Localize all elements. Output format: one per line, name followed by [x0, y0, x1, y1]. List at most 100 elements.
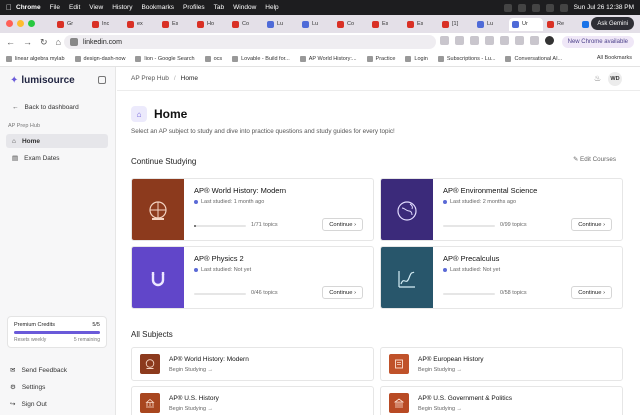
menu-bookmarks[interactable]: Bookmarks — [141, 4, 174, 11]
subject-card-european-history[interactable]: AP® European History Begin Studying → — [380, 347, 623, 381]
profile-icon[interactable] — [545, 36, 554, 45]
sidebar: ✦ lumisource ← Back to dashboard AP Prep… — [0, 67, 116, 415]
bookmark-item[interactable]: linear algebra mylab — [6, 55, 65, 62]
battery-icon[interactable] — [559, 3, 568, 12]
sidebar-item-label: Exam Dates — [24, 154, 60, 162]
menu-app[interactable]: Chrome — [16, 4, 41, 11]
apple-icon[interactable]:  — [6, 3, 16, 12]
send-feedback-link[interactable]: ✉ Send Feedback — [10, 366, 67, 375]
back-label: Back to dashboard — [24, 104, 79, 111]
menu-file[interactable]: File — [50, 4, 60, 11]
bookmark-item[interactable]: AP World History:... — [299, 55, 357, 62]
browser-tab[interactable]: Gr — [54, 18, 88, 31]
logo[interactable]: ✦ lumisource — [10, 75, 75, 86]
maximize-window-icon[interactable] — [28, 20, 35, 27]
continue-button[interactable]: Continue › — [322, 218, 363, 231]
close-window-icon[interactable] — [6, 20, 13, 27]
continue-button[interactable]: Continue › — [571, 218, 612, 231]
menu-history[interactable]: History — [112, 4, 132, 11]
browser-tab[interactable]: Lu — [264, 18, 298, 31]
menu-profiles[interactable]: Profiles — [183, 4, 205, 11]
subject-title: AP® World History: Modern — [169, 356, 249, 363]
browser-tab[interactable]: ex — [124, 18, 158, 31]
course-card-environmental-science[interactable]: AP® Environmental Science Last studied: … — [380, 178, 623, 241]
browser-tab[interactable]: Es — [404, 18, 438, 31]
begin-studying-link[interactable]: Begin Studying → — [169, 367, 213, 373]
menu-help[interactable]: Help — [265, 4, 278, 11]
all-bookmarks-button[interactable]: All Bookmarks — [597, 55, 632, 61]
avatar[interactable]: WD — [608, 72, 622, 86]
lumisource-logo-icon: ✦ — [10, 75, 19, 86]
bell-icon[interactable]: ♨ — [594, 74, 602, 83]
home-icon[interactable]: ⌂ — [56, 37, 61, 47]
bookmark-item[interactable]: design-dash-now — [74, 55, 125, 62]
browser-tab[interactable]: Es — [369, 18, 403, 31]
sidepanel-icon[interactable] — [530, 36, 539, 45]
browser-tab[interactable]: Lu — [299, 18, 333, 31]
menu-edit[interactable]: Edit — [69, 4, 80, 11]
browser-tab[interactable]: Co — [229, 18, 263, 31]
breadcrumb-item[interactable]: AP Prep Hub — [131, 75, 169, 82]
reload-icon[interactable]: ↻ — [40, 37, 48, 48]
browser-tab[interactable]: Co — [334, 18, 368, 31]
extension-icon[interactable] — [485, 36, 494, 45]
course-card-physics-2[interactable]: AP® Physics 2 Last studied: Not yet 0/46… — [131, 246, 374, 309]
menu-view[interactable]: View — [89, 4, 103, 11]
sign-out-link[interactable]: ↪ Sign Out — [10, 400, 47, 409]
browser-tab[interactable]: Inc — [89, 18, 123, 31]
begin-studying-link[interactable]: Begin Studying → — [169, 406, 213, 412]
status-icon[interactable] — [503, 3, 512, 12]
status-icon[interactable] — [517, 3, 526, 12]
bookmark-item[interactable]: Login — [405, 55, 428, 62]
house-icon: ⌂ — [12, 137, 16, 145]
address-bar[interactable]: linkedin.com — [64, 35, 436, 49]
forward-arrow-icon[interactable]: → — [23, 37, 32, 47]
sidebar-item-exam-dates[interactable]: ▤ Exam Dates — [6, 151, 108, 165]
download-icon[interactable] — [515, 36, 524, 45]
subject-card-us-government[interactable]: AP® U.S. Government & Politics Begin Stu… — [380, 386, 623, 415]
site-info-icon[interactable] — [70, 38, 78, 46]
continue-button[interactable]: Continue › — [322, 286, 363, 299]
clock[interactable]: Sun Jul 26 12:38 PM — [574, 4, 634, 11]
extension-icon[interactable] — [440, 36, 449, 45]
browser-tab-active[interactable]: Ur — [509, 17, 543, 31]
premium-credits-card: Premium Credits 5/5 Resets weekly 5 rema… — [7, 316, 107, 348]
minimize-window-icon[interactable] — [17, 20, 24, 27]
subject-card-world-history[interactable]: AP® World History: Modern Begin Studying… — [131, 347, 374, 381]
bookmark-item[interactable]: Subscriptions - Lu... — [437, 55, 495, 62]
bookmark-item[interactable]: ocs — [204, 55, 222, 62]
continue-button[interactable]: Continue › — [571, 286, 612, 299]
wifi-icon[interactable] — [545, 3, 554, 12]
browser-tab[interactable]: Lu — [474, 18, 508, 31]
bookmark-item[interactable]: Practice — [366, 55, 395, 62]
settings-link[interactable]: ⚙ Settings — [10, 383, 45, 392]
edit-courses-button[interactable]: ✎ Edit Courses — [573, 156, 616, 163]
all-subjects-title: All Subjects — [131, 330, 173, 339]
sidebar-item-home[interactable]: ⌂ Home — [6, 134, 108, 148]
menu-tab[interactable]: Tab — [214, 4, 224, 11]
collapse-sidebar-icon[interactable] — [98, 76, 106, 84]
extension-icon[interactable] — [470, 36, 479, 45]
ask-gemini-button[interactable]: Ask Gemini — [591, 17, 634, 30]
course-title: AP® Physics 2 — [194, 254, 244, 263]
browser-tab[interactable]: [1] — [439, 18, 473, 31]
status-icon[interactable] — [531, 3, 540, 12]
bookmark-item[interactable]: Conversational AI... — [505, 55, 562, 62]
back-to-dashboard-link[interactable]: ← Back to dashboard — [12, 104, 79, 111]
begin-studying-link[interactable]: Begin Studying → — [418, 367, 462, 373]
menu-window[interactable]: Window — [233, 4, 256, 11]
extension-icon[interactable] — [455, 36, 464, 45]
browser-tab[interactable]: Es — [159, 18, 193, 31]
new-chrome-button[interactable]: New Chrome available — [561, 36, 634, 48]
browser-tab[interactable]: Ho — [194, 18, 228, 31]
course-card-precalculus[interactable]: AP® Precalculus Last studied: Not yet 0/… — [380, 246, 623, 309]
begin-studying-link[interactable]: Begin Studying → — [418, 406, 462, 412]
browser-tab[interactable]: Re — [544, 18, 578, 31]
back-arrow-icon[interactable]: ← — [6, 37, 15, 47]
course-card-world-history[interactable]: AP® World History: Modern Last studied: … — [131, 178, 374, 241]
bookmark-item[interactable]: Lovable - Build for... — [232, 55, 290, 62]
extension-icon[interactable] — [500, 36, 509, 45]
bookmark-item[interactable]: lion - Google Search — [135, 55, 195, 62]
topics-count: 0/46 topics — [251, 290, 278, 296]
subject-card-us-history[interactable]: AP® U.S. History Begin Studying → — [131, 386, 374, 415]
